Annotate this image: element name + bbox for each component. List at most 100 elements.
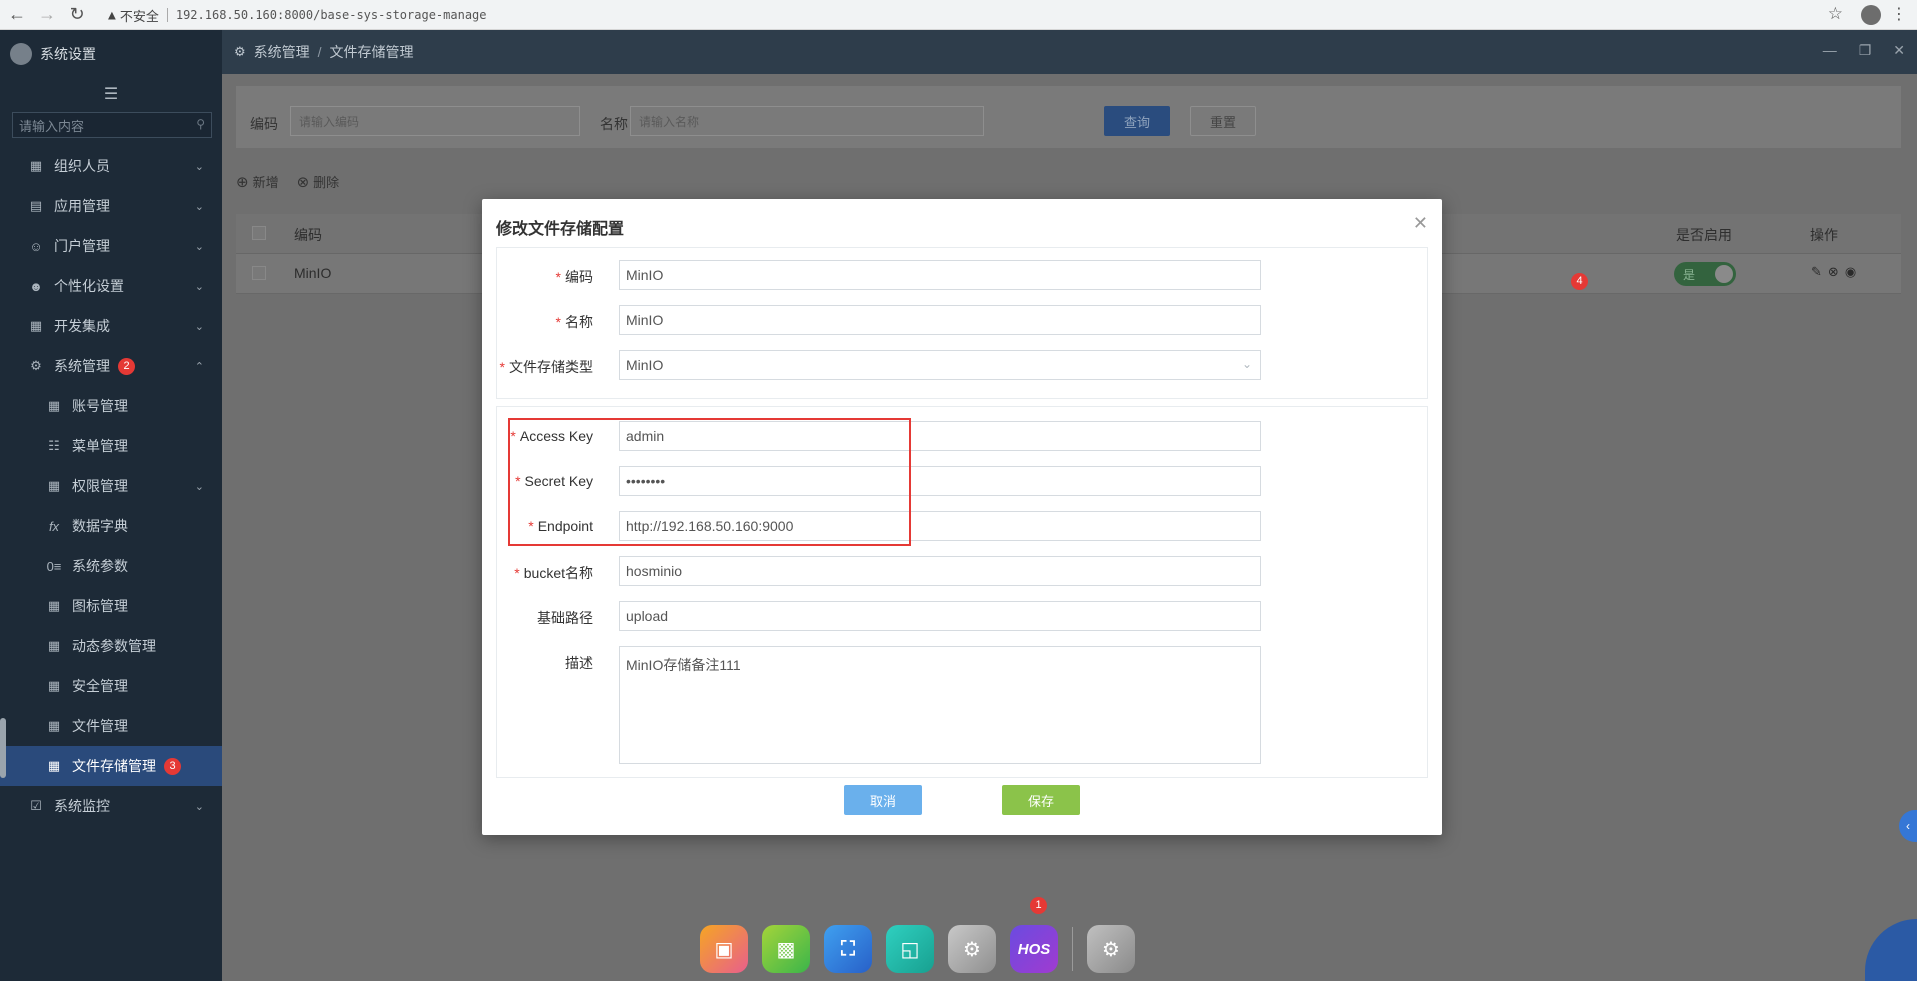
header-enabled: 是否启用: [1676, 227, 1732, 243]
sidebar-item-label: 系统参数: [72, 558, 128, 574]
chevron-down-icon: ⌄: [194, 320, 204, 333]
view-eye-icon[interactable]: ◉: [1845, 264, 1856, 280]
dock-system-gear-icon[interactable]: ⚙: [1087, 925, 1135, 973]
code-field[interactable]: MinIO: [619, 260, 1261, 290]
edit-icon[interactable]: ✎: [1811, 264, 1822, 280]
grid-icon: ▦: [29, 158, 43, 173]
chevron-down-icon: ⌄: [194, 240, 204, 253]
sidebar-item-label: 菜单管理: [72, 438, 128, 454]
add-button[interactable]: ⊕ 新增: [236, 172, 279, 191]
sidebar-item-file-storage[interactable]: ▦ 文件存储管理 3: [0, 746, 222, 786]
type-row: * 文件存储类型 MinIO ⌄: [497, 350, 1429, 382]
close-icon[interactable]: ✕: [1413, 213, 1428, 234]
cancel-button[interactable]: 取消: [844, 785, 922, 815]
address-bar[interactable]: ▲ 不安全 192.168.50.160:8000/base-sys-stora…: [108, 4, 1808, 26]
sidebar-item-devint[interactable]: ▦ 开发集成 ⌄: [0, 306, 222, 346]
basic-section: * 编码 MinIO * 名称 MinIO * 文件存储类型 MinIO ⌄: [496, 247, 1428, 399]
dock-settings-icon[interactable]: ⚙: [948, 925, 996, 973]
sidebar-item-org[interactable]: ▦ 组织人员 ⌄: [0, 146, 222, 186]
sidebar-item-accounts[interactable]: ▦ 账号管理: [0, 386, 222, 426]
sidebar-item-menus[interactable]: ☷ 菜单管理: [0, 426, 222, 466]
header-code: 编码: [294, 227, 322, 243]
sidebar-item-label: 动态参数管理: [72, 638, 156, 654]
sidebar-item-sysparams[interactable]: 0≡ 系统参数: [0, 546, 222, 586]
step-badge: 4: [1571, 273, 1588, 290]
name-field[interactable]: MinIO: [619, 305, 1261, 335]
chevron-down-icon: ⌄: [194, 480, 204, 493]
breadcrumb-current: 文件存储管理: [329, 44, 414, 60]
breadcrumb-separator: /: [317, 44, 322, 60]
sidebar-item-portal[interactable]: ☺ 门户管理 ⌄: [0, 226, 222, 266]
delete-button[interactable]: ⊗ 删除: [297, 172, 340, 191]
search-icon[interactable]: ⚲: [196, 117, 205, 131]
sidebar-item-monitor[interactable]: ☑ 系统监控 ⌄: [0, 786, 222, 826]
dock-app-1-icon[interactable]: ▣: [700, 925, 748, 973]
app-dock: ▣ ▩ ⛶ ◱ ⚙ HOS ⚙: [700, 921, 1135, 977]
filter-bar: 编码 请输入编码 名称 请输入名称 查询 重置: [236, 86, 1901, 148]
base-path-label: 基础路径: [537, 610, 593, 626]
enabled-toggle[interactable]: 是: [1674, 262, 1736, 286]
sidebar-item-dynparams[interactable]: ▦ 动态参数管理: [0, 626, 222, 666]
sidebar-search-placeholder: 请输入内容: [19, 118, 85, 134]
dock-divider: [1072, 927, 1073, 971]
close-icon[interactable]: ✕: [1893, 42, 1905, 59]
dock-app-2-icon[interactable]: ▩: [762, 925, 810, 973]
sidebar-search-input[interactable]: 请输入内容 ⚲: [12, 112, 212, 138]
sidebar-item-label: 权限管理: [72, 478, 128, 494]
code-filter-input[interactable]: 请输入编码: [290, 106, 580, 136]
grid-icon: ▦: [47, 598, 61, 613]
base-path-field[interactable]: upload: [619, 601, 1261, 631]
description-textarea[interactable]: MinIO存储备注111: [619, 646, 1261, 764]
sidebar-item-label: 文件存储管理: [72, 758, 156, 774]
sidebar-resize-handle[interactable]: [0, 718, 6, 778]
bucket-field[interactable]: hosminio: [619, 556, 1261, 586]
sidebar-item-label: 门户管理: [54, 238, 110, 254]
name-filter-input[interactable]: 请输入名称: [630, 106, 984, 136]
sidebar-item-icons[interactable]: ▦ 图标管理: [0, 586, 222, 626]
query-button[interactable]: 查询: [1104, 106, 1170, 136]
sidebar-item-apps[interactable]: ▤ 应用管理 ⌄: [0, 186, 222, 226]
sidebar-item-label: 个性化设置: [54, 278, 124, 294]
description-row: 描述 MinIO存储备注111: [497, 646, 1429, 764]
name-field-value: MinIO: [626, 312, 664, 328]
row-checkbox[interactable]: [252, 266, 266, 280]
base-path-row: 基础路径 upload: [497, 601, 1429, 633]
delete-circle-icon[interactable]: ⊗: [1828, 264, 1839, 280]
bookmark-star-icon[interactable]: ☆: [1828, 4, 1843, 24]
menu-toggle-icon[interactable]: ☰: [0, 78, 222, 110]
back-icon[interactable]: ←: [4, 2, 30, 28]
chevron-down-icon: ⌄: [194, 280, 204, 293]
chevron-down-icon: ⌄: [1241, 357, 1252, 371]
sidebar-item-label: 组织人员: [54, 158, 110, 174]
bucket-row: * bucket名称 hosminio: [497, 556, 1429, 588]
toggle-knob: [1715, 265, 1733, 283]
grid-icon: ▦: [47, 638, 61, 653]
sidebar-item-files[interactable]: ▦ 文件管理: [0, 706, 222, 746]
forward-icon[interactable]: →: [34, 2, 60, 28]
reload-icon[interactable]: ↻: [64, 2, 90, 28]
app-icon: ▤: [29, 198, 43, 213]
minimize-icon[interactable]: —: [1823, 42, 1837, 59]
sidebar-item-dictionary[interactable]: fx 数据字典: [0, 506, 222, 546]
name-filter-placeholder: 请输入名称: [639, 114, 700, 129]
restore-icon[interactable]: ❐: [1859, 42, 1872, 59]
storage-type-select[interactable]: MinIO ⌄: [619, 350, 1261, 380]
sidebar-item-security[interactable]: ▦ 安全管理: [0, 666, 222, 706]
profile-avatar-icon[interactable]: [1861, 5, 1881, 25]
dock-app-3-icon[interactable]: ⛶: [824, 925, 872, 973]
description-value: MinIO存储备注111: [626, 657, 741, 673]
sidebar-item-personalize[interactable]: ☻ 个性化设置 ⌄: [0, 266, 222, 306]
select-all-checkbox[interactable]: [252, 226, 266, 240]
name-row: * 名称 MinIO: [497, 305, 1429, 337]
browser-menu-icon[interactable]: ⋮: [1891, 4, 1907, 24]
delete-label: 删除: [313, 174, 340, 190]
reset-button[interactable]: 重置: [1190, 106, 1256, 136]
sidebar-item-sysmgmt[interactable]: ⚙ 系统管理 2 ⌃: [0, 346, 222, 386]
dock-hos-icon[interactable]: HOS: [1010, 925, 1058, 973]
breadcrumb: ⚙ 系统管理 / 文件存储管理 — ❐ ✕: [222, 30, 1917, 74]
dock-app-4-icon[interactable]: ◱: [886, 925, 934, 973]
save-button[interactable]: 保存: [1002, 785, 1080, 815]
table-toolbar: ⊕ 新增 ⊗ 删除: [236, 166, 339, 196]
sidebar-item-permissions[interactable]: ▦ 权限管理 ⌄: [0, 466, 222, 506]
breadcrumb-root[interactable]: 系统管理: [254, 42, 310, 62]
